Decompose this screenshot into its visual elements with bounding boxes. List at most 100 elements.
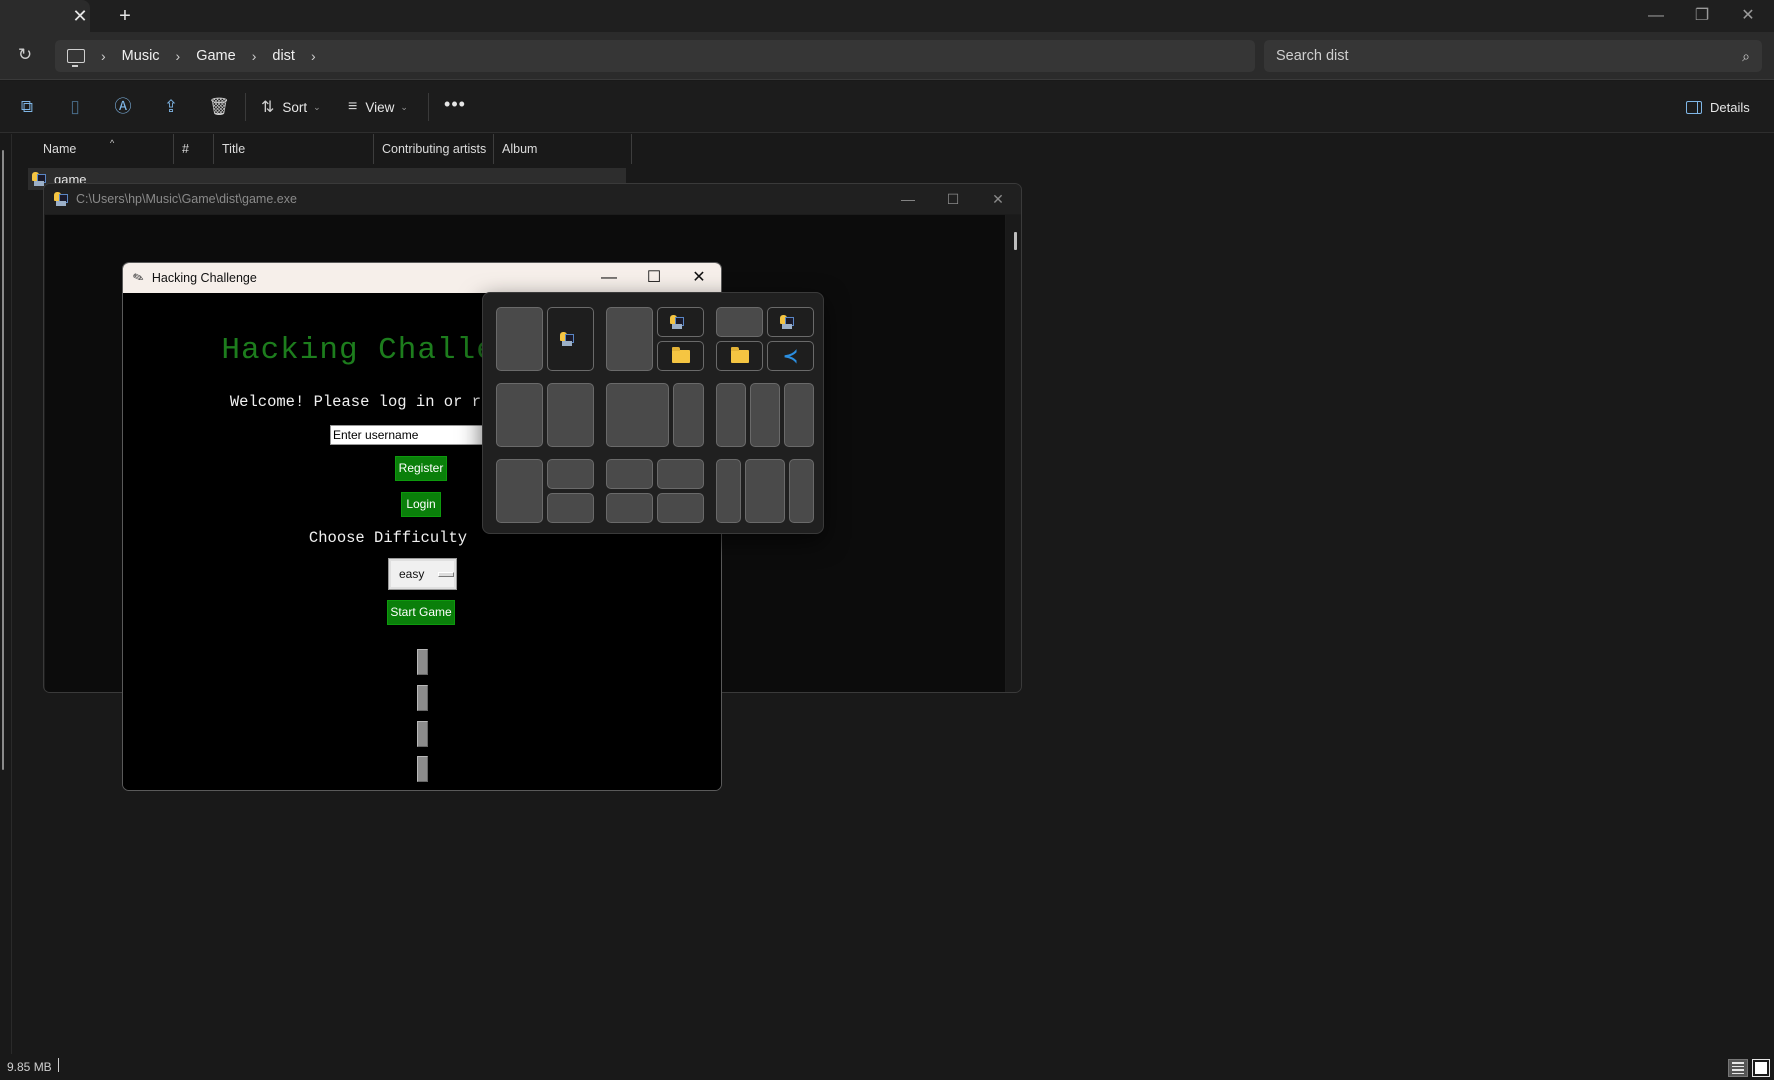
chevron-down-icon: ⌄ [400,101,408,112]
snap-zone-game[interactable] [767,307,814,337]
column-number[interactable]: # [174,134,214,164]
snap-layouts-flyout: ≺ [482,292,824,534]
python-exe-icon [54,192,68,206]
snap-zone[interactable] [547,383,594,447]
search-placeholder: Search dist [1276,48,1349,64]
explorer-tab[interactable]: ✕ [0,0,90,32]
python-exe-icon [779,315,794,329]
refresh-icon[interactable]: ↻ [14,44,36,66]
column-number-label: # [182,142,189,156]
console-close-button[interactable]: ✕ [978,187,1018,211]
delete-icon[interactable]: 🗑 [207,95,231,119]
difficulty-select[interactable]: easy [388,558,457,590]
snap-zone[interactable] [547,459,594,489]
breadcrumb-music[interactable]: Music [122,48,160,64]
breadcrumb-game[interactable]: Game [196,48,236,64]
snap-zone[interactable] [784,383,814,447]
snap-zone[interactable] [496,459,543,523]
username-input[interactable] [330,425,490,445]
column-title-label: Title [222,142,246,156]
toolbar-divider [245,93,246,121]
chevron-right-icon[interactable]: › [176,48,181,64]
search-icon[interactable]: ⌕ [1742,48,1750,65]
console-minimize-button[interactable]: — [888,187,928,211]
console-title-bar[interactable]: C:\Users\hp\Music\Game\dist\game.exe [44,184,1021,214]
snap-zone[interactable] [496,307,543,371]
snap-zone[interactable] [606,459,653,489]
python-exe-icon [669,315,684,329]
snap-zone-explorer[interactable] [657,341,704,371]
snap-zone[interactable] [657,493,704,523]
folder-icon [730,346,749,363]
address-row: ↻ › Music › Game › dist › Search dist ⌕ [0,32,1774,80]
column-album-label: Album [502,142,538,156]
start-game-button[interactable]: Start Game [387,600,455,625]
sort-ascending-icon: ^ [110,138,115,148]
sort-button[interactable]: ⇅ Sort ⌄ [261,94,321,120]
copy-icon[interactable]: ⧉ [15,95,39,119]
snap-zone[interactable] [716,383,746,447]
details-view-button[interactable] [1728,1059,1748,1077]
loading-bar-segment [417,685,428,711]
chevron-right-icon[interactable]: › [252,48,257,64]
snap-zone[interactable] [606,493,653,523]
snap-zone[interactable] [673,383,704,447]
this-pc-icon[interactable] [67,49,85,67]
snap-zone-vscode[interactable]: ≺ [767,341,814,371]
details-label: Details [1710,99,1750,115]
snap-zone[interactable] [496,383,543,447]
snap-zone[interactable] [789,459,814,523]
view-label: View [365,99,395,115]
breadcrumb[interactable]: › Music › Game › dist › [55,40,1255,72]
column-album[interactable]: Album [494,134,632,164]
hack-maximize-button[interactable]: ☐ [632,266,676,290]
snap-zone[interactable] [716,459,741,523]
snap-zone[interactable] [547,493,594,523]
minimize-button[interactable]: — [1636,4,1676,28]
search-input[interactable]: Search dist ⌕ [1264,40,1762,72]
details-pane-button[interactable]: Details [1686,94,1750,120]
snap-zone[interactable] [716,307,763,337]
snap-zone[interactable] [606,307,653,371]
console-maximize-button[interactable]: ☐ [933,187,973,211]
command-bar: ⧉ ▯ Ⓐ ⇪ 🗑 ⇅ Sort ⌄ ≡ View ⌄ ••• Details [0,81,1774,133]
register-button[interactable]: Register [395,456,447,481]
details-pane-icon [1686,100,1702,114]
loading-bar-segment [417,721,428,747]
breadcrumb-dist[interactable]: dist [272,48,295,64]
large-icons-view-button[interactable] [1752,1059,1770,1077]
close-window-button[interactable]: ✕ [1728,4,1768,28]
hack-window-title: Hacking Challenge [151,271,257,285]
chevron-right-icon[interactable]: › [101,48,106,64]
column-contributing-artists[interactable]: Contributing artists [374,134,494,164]
console-scrollbar[interactable] [1006,215,1021,692]
hack-close-button[interactable]: ✕ [677,266,721,290]
navigation-scrollbar[interactable] [2,150,4,770]
login-button[interactable]: Login [401,492,441,517]
loading-bar-segment [417,756,428,782]
more-options-button[interactable]: ••• [440,94,470,120]
snap-zone-game[interactable] [657,307,704,337]
sort-icon: ⇅ [261,99,275,116]
new-tab-button[interactable]: + [114,5,136,27]
console-scrollbar-thumb[interactable] [1014,232,1017,250]
hack-minimize-button[interactable]: — [587,266,631,290]
rename-icon[interactable]: Ⓐ [111,95,135,119]
view-icon: ≡ [348,98,358,115]
close-tab-icon[interactable]: ✕ [70,6,90,26]
view-button[interactable]: ≡ View ⌄ [348,94,408,120]
snap-zone[interactable] [657,459,704,489]
snap-zone[interactable] [606,383,669,447]
restore-button[interactable]: ❐ [1682,4,1722,28]
sort-label: Sort [282,99,308,115]
share-icon[interactable]: ⇪ [159,95,183,119]
paste-icon[interactable]: ▯ [63,95,87,119]
snap-zone[interactable] [750,383,780,447]
snap-zone-explorer[interactable] [716,341,763,371]
snap-zone-game[interactable] [547,307,594,371]
chevron-right-icon[interactable]: › [311,48,316,64]
column-title[interactable]: Title [214,134,374,164]
column-name[interactable]: Name ^ [12,134,174,164]
snap-zone[interactable] [745,459,785,523]
column-headers: Name ^ # Title Contributing artists Albu… [12,134,632,164]
